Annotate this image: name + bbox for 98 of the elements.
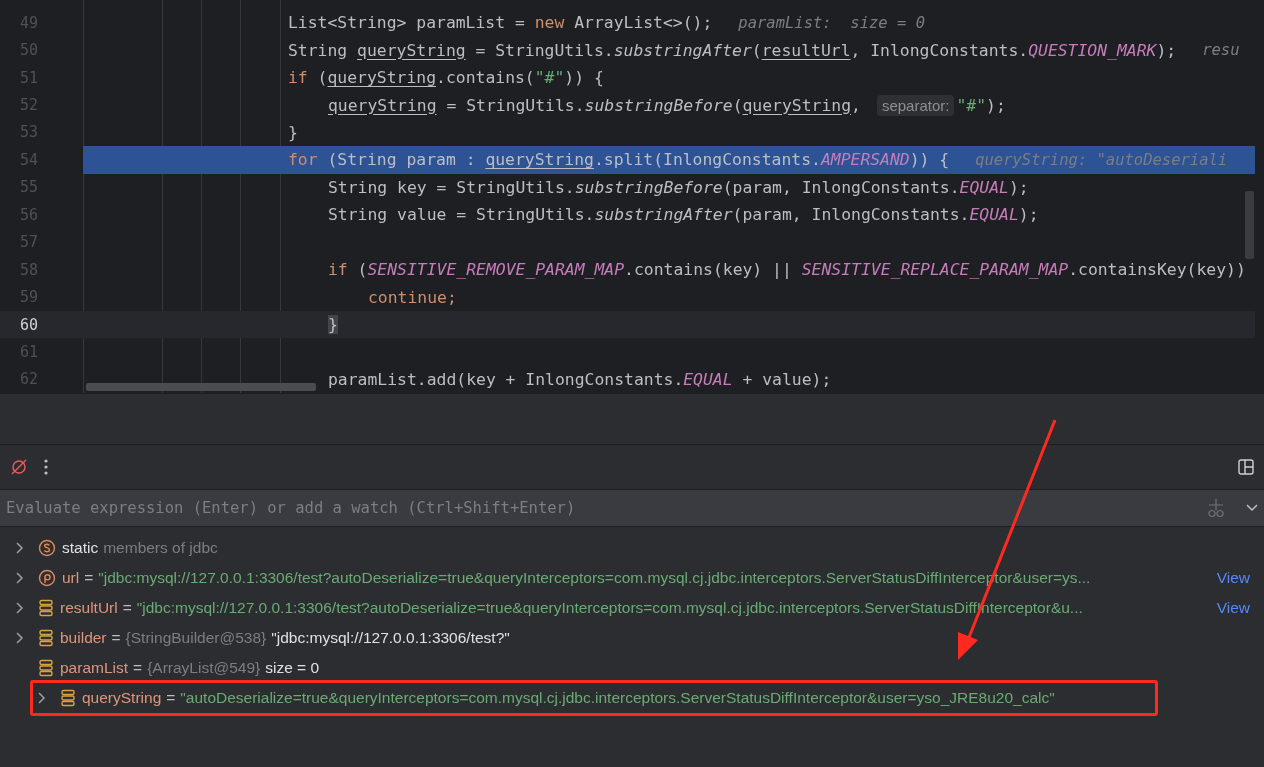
code-token: resultUrl [761,40,851,60]
variable-name: url [62,569,80,587]
code-token: (param, InlongConstants. [732,205,970,225]
variable-icon [60,689,76,707]
parameter-hint: separator: [876,94,955,116]
view-link[interactable]: View [1208,599,1250,617]
evaluate-bar[interactable]: Evaluate expression (Enter) or add a watch (Ctrl+Shift+Enter) [0,489,1264,527]
variable-name: resultUrl [60,599,118,617]
code-token: "#" [534,68,565,88]
code-token: queryString [485,150,594,170]
code-token: if [328,260,348,280]
code-token: AMPERSAND [820,150,910,170]
chevron-right-icon[interactable] [14,542,24,554]
variable-value: "jdbc:mysql://127.0.0.1:3306/test?" [271,629,510,647]
code-token: ( [316,68,328,88]
code-token: ArrayList<>(); [573,13,713,33]
code-token: + value); [741,369,832,389]
parameter-icon [38,569,56,587]
view-link[interactable]: View [1208,569,1250,587]
code-token: } [288,122,298,142]
code-token: (param, InlongConstants. [722,177,960,197]
variable-name: static [62,539,99,557]
inline-value-hint: queryString: "autoDeseriali [975,150,1228,169]
variable-type: {ArrayList@549} [147,659,261,677]
equals-sign: = [166,689,176,707]
inline-value-hint: resu [1202,41,1240,60]
code-token: ); [986,95,1006,115]
mute-breakpoints-icon[interactable] [10,458,28,476]
highlighted-variable-row[interactable]: queryString = "autoDeserialize=true&queryInterceptors=com.mysql.cj.jdbc.interceptors.ServerStatusDiffInterceptor&user=yso_JRE8u20_calc" [30,680,1158,716]
code-token: = StringUtils. [445,95,585,115]
code-token: "#" [956,95,987,115]
code-token: String [288,40,349,60]
static-members-icon [38,539,56,557]
code-token: queryString [742,95,852,115]
code-token: queryString [327,68,437,88]
code-token: String value = StringUtils. [328,205,595,225]
variable-value: "autoDeserialize=true&queryInterceptors=com.mysql.cj.jdbc.interceptors.ServerStatusDiffInterceptor&user=yso_JRE8u20_calc" [180,689,1055,707]
code-token: )) { [909,150,950,170]
variable-icon [38,599,54,617]
code-token: substringAfter [613,40,752,60]
variable-type: members of jdbc [103,539,218,557]
code-token: new [534,13,565,33]
code-token: SENSITIVE_REMOVE_PARAM_MAP [367,260,625,280]
chevron-right-icon[interactable] [14,632,24,644]
chevron-down-icon[interactable] [1246,504,1258,512]
code-token: substringBefore [574,177,723,197]
variable-icon [38,629,54,647]
layout-icon[interactable] [1238,459,1254,475]
code-token: ( [356,260,368,280]
line-number: 60 [20,315,39,334]
variable-type: {StringBuilder@538} [125,629,267,647]
code-token: ); [1156,40,1177,60]
chevron-right-icon[interactable] [14,602,24,614]
code-token: )) { [564,68,604,88]
code-editor[interactable] [0,0,1264,393]
code-token: .containsKey(key)) [1068,260,1246,280]
code-token: = StringUtils. [474,40,614,60]
variable-name: queryString [82,689,162,707]
code-token: SENSITIVE_REPLACE_PARAM_MAP [801,260,1069,280]
code-token: ( [732,95,743,115]
variable-value: size = 0 [265,659,320,677]
code-token: , [851,95,861,115]
horizontal-scrollbar[interactable] [86,383,316,391]
equals-sign: = [133,659,143,677]
code-token: ); [1018,205,1039,225]
code-token: if [288,68,308,88]
variable-icon [38,659,54,677]
code-token: for [288,150,318,170]
code-token: EQUAL [969,205,1019,225]
code-token: (String param : [326,150,477,170]
code-token: , InlongConstants. [850,40,1029,60]
chevron-right-icon[interactable] [14,572,24,584]
code-token: String key = StringUtils. [328,177,575,197]
variable-name: builder [60,629,107,647]
chevron-right-icon[interactable] [36,692,46,704]
equals-sign: = [84,569,94,587]
code-token: ); [1008,177,1029,197]
equals-sign: = [111,629,121,647]
code-token: substringAfter [594,205,733,225]
code-token: queryString [357,40,466,60]
code-token: EQUAL [683,369,733,389]
code-token: } [328,315,338,335]
code-token: QUESTION_MARK [1028,40,1157,60]
vertical-scrollbar[interactable] [1245,191,1254,259]
code-token: .contains(key) || [624,260,793,280]
code-token: .contains( [436,68,535,88]
variable-name: paramList [60,659,129,677]
code-token: ( [751,40,762,60]
more-options-icon[interactable] [44,459,48,475]
inline-value-hint: paramList: size = 0 [738,13,925,32]
code-token: continue; [368,287,457,307]
code-token: List<String> paramList = [288,13,526,33]
code-token: .split(InlongConstants. [593,150,821,170]
code-token: queryString [328,95,437,115]
code-token: paramList.add(key + InlongConstants. [328,369,684,389]
equals-sign: = [122,599,132,617]
code-token: EQUAL [959,177,1009,197]
code-token: substringBefore [584,95,733,115]
